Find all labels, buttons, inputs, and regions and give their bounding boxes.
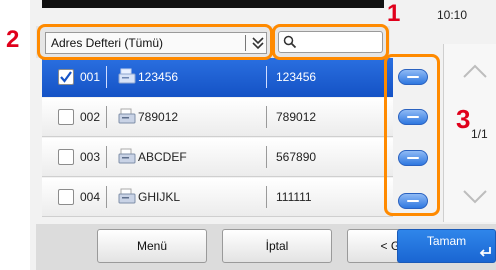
column-divider bbox=[106, 146, 107, 168]
row-number: 004 bbox=[80, 190, 101, 204]
fax-icon bbox=[118, 108, 136, 124]
row-fax-number: 567890 bbox=[276, 150, 317, 164]
page-indicator: 1/1 bbox=[471, 127, 488, 141]
row-number: 001 bbox=[80, 70, 101, 84]
clock: 10:10 bbox=[437, 8, 468, 22]
enter-arrow-icon bbox=[479, 247, 491, 257]
row-fax-number: 789012 bbox=[276, 110, 317, 124]
column-divider bbox=[266, 186, 267, 208]
fax-icon bbox=[118, 68, 136, 84]
fax-icon bbox=[118, 148, 136, 164]
callout-box-search bbox=[272, 24, 389, 60]
top-bar bbox=[42, 0, 384, 8]
callout-number-2: 2 bbox=[6, 26, 20, 53]
column-divider bbox=[266, 106, 267, 128]
table-row[interactable]: 003 ABCDEF 567890 bbox=[42, 138, 393, 177]
row-number: 003 bbox=[80, 150, 101, 164]
fax-icon bbox=[118, 188, 136, 204]
row-checkbox[interactable] bbox=[58, 149, 74, 165]
row-fax-number: 111111 bbox=[276, 190, 312, 204]
row-name: GHIJKL bbox=[138, 190, 181, 204]
table-row[interactable]: 001 123456 123456 bbox=[42, 58, 393, 97]
callout-number-3: 3 bbox=[456, 104, 471, 134]
column-divider bbox=[266, 146, 267, 168]
callout-number-1: 1 bbox=[387, 0, 401, 27]
row-name: 789012 bbox=[138, 110, 179, 124]
row-checkbox[interactable] bbox=[58, 189, 74, 205]
checkbox-checked-icon bbox=[60, 71, 72, 83]
row-name: 123456 bbox=[138, 70, 179, 84]
callout-box-detail bbox=[384, 54, 440, 216]
cancel-button[interactable]: İptal bbox=[222, 229, 332, 263]
row-fax-number: 123456 bbox=[276, 70, 317, 84]
scroll-up-icon[interactable] bbox=[462, 62, 488, 80]
table-row[interactable]: 004 GHIJKL 111111 bbox=[42, 178, 393, 217]
column-divider bbox=[106, 66, 107, 88]
callout-box-address-book bbox=[37, 24, 273, 60]
table-row[interactable]: 002 789012 789012 bbox=[42, 98, 393, 137]
row-checkbox[interactable] bbox=[58, 109, 74, 125]
ok-button[interactable]: Tamam bbox=[397, 229, 496, 263]
scroll-down-icon[interactable] bbox=[462, 188, 488, 206]
row-checkbox[interactable] bbox=[58, 69, 74, 85]
column-divider bbox=[266, 66, 267, 88]
row-name: ABCDEF bbox=[138, 150, 187, 164]
row-number: 002 bbox=[80, 110, 101, 124]
menu-button[interactable]: Menü bbox=[97, 229, 207, 263]
column-divider bbox=[106, 186, 107, 208]
column-divider bbox=[106, 106, 107, 128]
